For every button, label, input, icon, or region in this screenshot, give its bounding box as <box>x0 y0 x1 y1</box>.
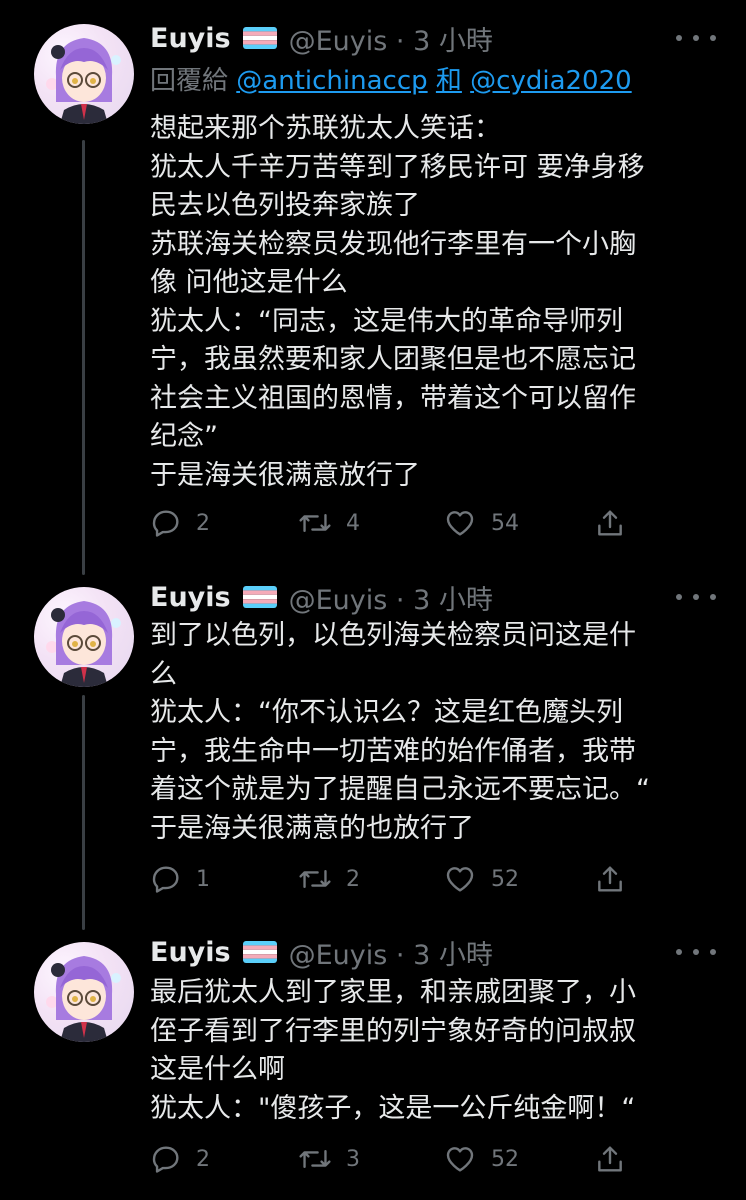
text-line: 于是海关很满意放行了 <box>150 459 420 491</box>
retweet-icon <box>299 1149 331 1169</box>
tweet-text: 想起来那个苏联犹太人笑话： 犹太人千辛万苦等到了移民许可 要净身移 民去以色列投… <box>150 110 720 495</box>
share-button[interactable] <box>594 1139 626 1179</box>
text-line: 犹太人：“同志，这是伟大的革命导师列 <box>150 305 623 337</box>
tweet[interactable]: Euyis @Euyis · 3 小時 最后犹太人到了家里，和亲戚团聚了，小 侄… <box>0 930 746 1200</box>
tweet-text: 到了以色列，以色列海关检察员问这是什 么 犹太人：“你不认识么？这是红色魔头列 … <box>150 617 720 848</box>
timestamp[interactable]: 3 小時 <box>413 585 493 616</box>
display-name[interactable]: Euyis <box>150 937 231 968</box>
tweet-actions: 2 3 52 <box>150 1139 630 1179</box>
retweet-count: 4 <box>346 510 360 536</box>
like-button[interactable]: 54 <box>443 503 519 543</box>
reply-to-prefix: 回覆給 <box>150 66 229 96</box>
like-button[interactable]: 52 <box>443 859 519 899</box>
tweet-text: 最后犹太人到了家里，和亲戚团聚了，小 侄子看到了行李里的列宁象好奇的问叔叔 这是… <box>150 974 720 1128</box>
more-options-icon[interactable] <box>676 942 716 962</box>
reply-count: 2 <box>196 510 210 536</box>
retweet-icon <box>299 869 331 889</box>
avatar[interactable] <box>34 24 134 124</box>
reply-icon <box>152 866 179 893</box>
display-name[interactable]: Euyis <box>150 582 231 613</box>
text-line: 最后犹太人到了家里，和亲戚团聚了，小 <box>150 977 636 1008</box>
tweet-actions: 2 4 54 <box>150 503 630 543</box>
text-line: 想起来那个苏联犹太人笑话： <box>150 113 501 144</box>
mention-joiner[interactable]: 和 <box>436 66 462 96</box>
text-line: 于是海关很满意的也放行了 <box>150 812 474 844</box>
reply-button[interactable]: 2 <box>150 503 210 543</box>
tweet-actions: 1 2 52 <box>150 859 630 899</box>
timestamp[interactable]: 3 小時 <box>413 26 493 57</box>
reply-count: 2 <box>196 1146 210 1172</box>
share-button[interactable] <box>594 503 626 543</box>
text-line: 像 问他这是什么 <box>150 267 348 298</box>
reply-button[interactable]: 1 <box>150 859 210 899</box>
text-line: 侄子看到了行李里的列宁象好奇的问叔叔 <box>150 1015 636 1047</box>
mention-link[interactable]: @cydia2020 <box>470 66 632 96</box>
retweet-button[interactable]: 2 <box>298 859 360 899</box>
text-line: 宁，我虽然要和家人团聚但是也不愿忘记 <box>150 344 636 375</box>
retweet-count: 2 <box>346 866 360 892</box>
heart-icon <box>446 511 474 536</box>
heart-icon <box>446 867 474 892</box>
like-count: 52 <box>491 866 519 892</box>
handle-and-time: @Euyis · 3 小時 <box>289 933 493 972</box>
reply-icon <box>152 1146 179 1173</box>
reply-icon <box>152 510 179 537</box>
transgender-flag-icon <box>242 941 277 963</box>
retweet-button[interactable]: 4 <box>298 503 360 543</box>
text-line: 社会主义祖国的恩情，带着这个可以留作 <box>150 382 636 414</box>
share-icon <box>598 510 622 536</box>
reply-button[interactable]: 2 <box>150 1139 210 1179</box>
share-icon <box>598 866 622 892</box>
text-line: 苏联海关检察员发现他行李里有一个小胸 <box>150 228 636 260</box>
separator: · <box>395 25 405 57</box>
tweet[interactable]: Euyis @Euyis · 3 小時 回覆給 @antichinaccp 和 … <box>0 0 746 570</box>
more-options-icon[interactable] <box>676 28 716 48</box>
timestamp[interactable]: 3 小時 <box>413 940 493 971</box>
heart-icon <box>446 1147 474 1172</box>
retweet-count: 3 <box>346 1146 360 1172</box>
transgender-flag-icon <box>242 27 277 49</box>
like-count: 52 <box>491 1146 519 1172</box>
display-name[interactable]: Euyis <box>150 23 231 54</box>
text-line: 犹太人：“你不认识么？这是红色魔头列 <box>150 697 623 728</box>
handle-and-time: @Euyis · 3 小時 <box>289 578 493 617</box>
like-count: 54 <box>491 510 519 536</box>
retweet-button[interactable]: 3 <box>298 1139 360 1179</box>
avatar[interactable] <box>34 942 134 1042</box>
text-line: 这是什么啊 <box>150 1054 285 1085</box>
share-button[interactable] <box>594 859 626 899</box>
text-line: 着这个就是为了提醒自己永远不要忘记。“ <box>150 774 650 805</box>
avatar[interactable] <box>34 587 134 687</box>
reply-to: 回覆給 @antichinaccp 和 @cydia2020 <box>150 60 632 97</box>
text-line: 到了以色列，以色列海关检察员问这是什 <box>150 620 636 651</box>
tweet-header: Euyis @Euyis · 3 小時 <box>150 930 716 974</box>
more-options-icon[interactable] <box>676 587 716 607</box>
handle[interactable]: @Euyis <box>289 585 388 616</box>
reply-count: 1 <box>196 866 210 892</box>
tweet-header: Euyis @Euyis · 3 小時 <box>150 16 716 60</box>
handle[interactable]: @Euyis <box>289 940 388 971</box>
text-line: 么 <box>150 658 177 690</box>
mention-link[interactable]: @antichinaccp <box>236 66 427 96</box>
separator: · <box>395 584 405 616</box>
like-button[interactable]: 52 <box>443 1139 519 1179</box>
separator: · <box>395 939 405 971</box>
handle-and-time: @Euyis · 3 小時 <box>289 19 493 58</box>
retweet-icon <box>299 513 331 533</box>
share-icon <box>598 1146 622 1172</box>
text-line: 犹太人千辛万苦等到了移民许可 要净身移 <box>150 151 645 183</box>
tweet[interactable]: Euyis @Euyis · 3 小時 到了以色列，以色列海关检察员问这是什 么… <box>0 575 746 930</box>
transgender-flag-icon <box>242 586 277 608</box>
text-line: 民去以色列投奔家族了 <box>150 190 420 221</box>
text-line: 纪念” <box>150 421 218 452</box>
text-line: 宁，我生命中一切苦难的始作俑者，我带 <box>150 735 636 767</box>
handle[interactable]: @Euyis <box>289 26 388 57</box>
text-line: 犹太人："傻孩子，这是一公斤纯金啊！“ <box>150 1092 636 1124</box>
tweet-header: Euyis @Euyis · 3 小時 <box>150 575 716 619</box>
